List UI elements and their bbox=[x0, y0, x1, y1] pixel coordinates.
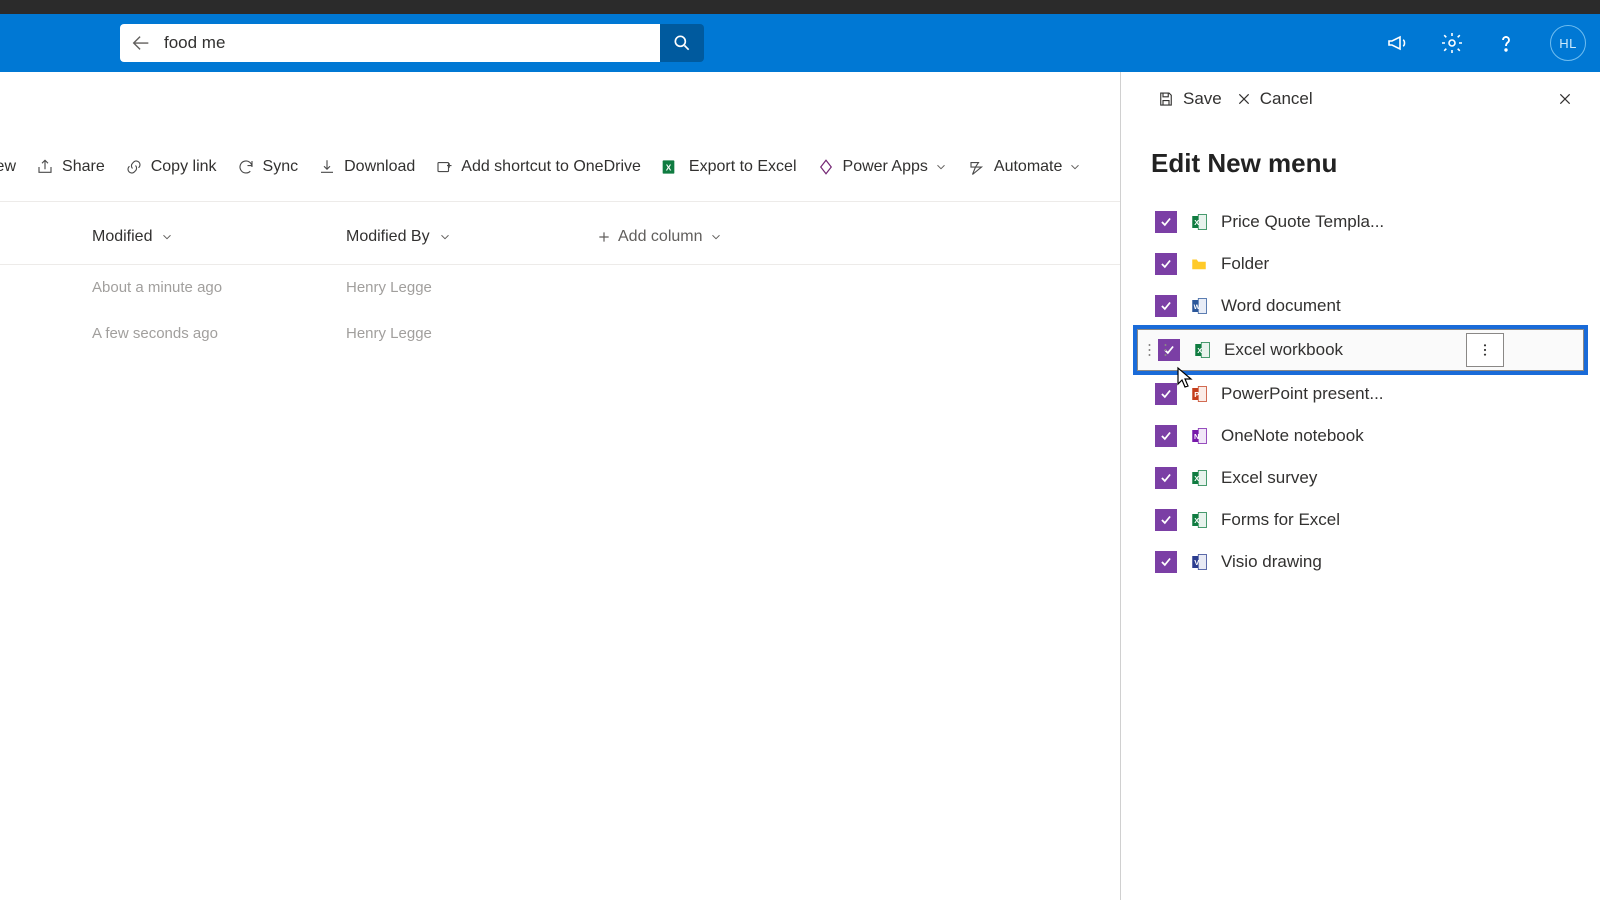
menu-item-excel-workbook[interactable]: ⋮⋮ X Excel workbook bbox=[1137, 329, 1584, 371]
plus-icon bbox=[596, 229, 612, 245]
search-group bbox=[120, 23, 704, 63]
save-icon bbox=[1157, 90, 1175, 108]
close-icon bbox=[1236, 91, 1252, 107]
menu-item-label: Excel survey bbox=[1221, 468, 1451, 488]
suite-header: HL bbox=[0, 14, 1600, 72]
power-apps-button[interactable]: Power Apps bbox=[817, 158, 948, 176]
menu-item-price-quote[interactable]: X Price Quote Templa... bbox=[1135, 201, 1586, 243]
panel-close-button[interactable] bbox=[1552, 86, 1578, 112]
share-button[interactable]: Share bbox=[36, 158, 105, 176]
close-icon bbox=[1557, 91, 1573, 107]
menu-item-word[interactable]: W Word document bbox=[1135, 285, 1586, 327]
svg-text:V: V bbox=[1194, 558, 1199, 567]
menu-item-excel-survey[interactable]: X Excel survey bbox=[1135, 457, 1586, 499]
search-input[interactable] bbox=[164, 33, 650, 53]
svg-text:N: N bbox=[1194, 432, 1199, 441]
word-icon: W bbox=[1189, 296, 1209, 316]
svg-text:W: W bbox=[1194, 304, 1201, 311]
cancel-button[interactable]: Cancel bbox=[1236, 89, 1313, 109]
column-header-modified[interactable]: Modified bbox=[92, 228, 262, 246]
cell-modified-by: Henry Legge bbox=[346, 325, 516, 342]
checkbox-checked[interactable] bbox=[1155, 467, 1177, 489]
menu-item-onenote[interactable]: N OneNote notebook bbox=[1135, 415, 1586, 457]
menu-item-folder[interactable]: Folder bbox=[1135, 243, 1586, 285]
svg-text:X: X bbox=[1194, 218, 1199, 227]
download-button[interactable]: Download bbox=[318, 158, 415, 176]
menu-item-label: Price Quote Templa... bbox=[1221, 212, 1451, 232]
checkbox-checked[interactable] bbox=[1155, 509, 1177, 531]
excel-icon: X bbox=[1189, 468, 1209, 488]
panel-title: Edit New menu bbox=[1121, 126, 1600, 197]
export-excel-button[interactable]: X Export to Excel bbox=[661, 157, 797, 177]
visio-icon: V bbox=[1189, 552, 1209, 572]
view-partial-button[interactable]: iew bbox=[0, 158, 16, 176]
folder-icon bbox=[1189, 254, 1209, 274]
menu-list: X Price Quote Templa... Folder W Word do… bbox=[1121, 197, 1600, 583]
column-header-modified-by[interactable]: Modified By bbox=[346, 228, 516, 246]
menu-item-powerpoint[interactable]: P PowerPoint present... bbox=[1135, 373, 1586, 415]
menu-item-forms-excel[interactable]: X Forms for Excel bbox=[1135, 499, 1586, 541]
excel-icon: X bbox=[1189, 212, 1209, 232]
checkbox-checked[interactable] bbox=[1155, 211, 1177, 233]
edit-new-menu-panel: Save Cancel Edit New menu X Price Quote … bbox=[1120, 72, 1600, 900]
add-column-button[interactable]: Add column bbox=[596, 228, 723, 246]
svg-text:X: X bbox=[666, 162, 672, 172]
cell-modified: A few seconds ago bbox=[92, 325, 262, 342]
chevron-down-icon bbox=[438, 230, 452, 244]
menu-item-label: Word document bbox=[1221, 296, 1451, 316]
powerpoint-icon: P bbox=[1189, 384, 1209, 404]
drag-handle-icon[interactable]: ⋮⋮ bbox=[1142, 343, 1174, 358]
svg-text:P: P bbox=[1194, 390, 1199, 399]
search-icon bbox=[672, 33, 692, 53]
user-avatar[interactable]: HL bbox=[1550, 25, 1586, 61]
excel-icon: X bbox=[1189, 510, 1209, 530]
cell-modified-by: Henry Legge bbox=[346, 279, 516, 296]
help-icon[interactable] bbox=[1482, 19, 1530, 67]
checkbox-checked[interactable] bbox=[1155, 383, 1177, 405]
svg-text:X: X bbox=[1194, 474, 1199, 483]
back-arrow-icon[interactable] bbox=[130, 32, 152, 54]
cell-modified: About a minute ago bbox=[92, 279, 262, 296]
settings-icon[interactable] bbox=[1428, 19, 1476, 67]
save-button[interactable]: Save bbox=[1157, 89, 1222, 109]
menu-item-visio[interactable]: V Visio drawing bbox=[1135, 541, 1586, 583]
browser-chrome-strip bbox=[0, 0, 1600, 14]
menu-item-label: OneNote notebook bbox=[1221, 426, 1451, 446]
search-button[interactable] bbox=[660, 24, 704, 62]
automate-button[interactable]: Automate bbox=[968, 158, 1082, 176]
chevron-down-icon bbox=[160, 230, 174, 244]
megaphone-icon[interactable] bbox=[1374, 19, 1422, 67]
checkbox-checked[interactable] bbox=[1155, 295, 1177, 317]
chevron-down-icon bbox=[709, 230, 723, 244]
chevron-down-icon bbox=[934, 160, 948, 174]
more-options-button[interactable] bbox=[1466, 333, 1504, 367]
menu-item-label: Visio drawing bbox=[1221, 552, 1451, 572]
excel-icon: X bbox=[1192, 340, 1212, 360]
menu-item-label: Forms for Excel bbox=[1221, 510, 1451, 530]
panel-command-bar: Save Cancel bbox=[1121, 72, 1600, 126]
menu-item-label: Folder bbox=[1221, 254, 1451, 274]
chevron-down-icon bbox=[1068, 160, 1082, 174]
svg-text:X: X bbox=[1197, 346, 1202, 355]
search-box[interactable] bbox=[120, 24, 660, 62]
menu-item-label: PowerPoint present... bbox=[1221, 384, 1451, 404]
svg-text:X: X bbox=[1194, 516, 1199, 525]
checkbox-checked[interactable] bbox=[1155, 551, 1177, 573]
onenote-icon: N bbox=[1189, 426, 1209, 446]
sync-button[interactable]: Sync bbox=[237, 158, 299, 176]
copy-link-button[interactable]: Copy link bbox=[125, 158, 217, 176]
add-shortcut-button[interactable]: Add shortcut to OneDrive bbox=[435, 158, 641, 176]
checkbox-checked[interactable] bbox=[1155, 425, 1177, 447]
menu-item-label: Excel workbook bbox=[1224, 340, 1454, 360]
checkbox-checked[interactable] bbox=[1155, 253, 1177, 275]
